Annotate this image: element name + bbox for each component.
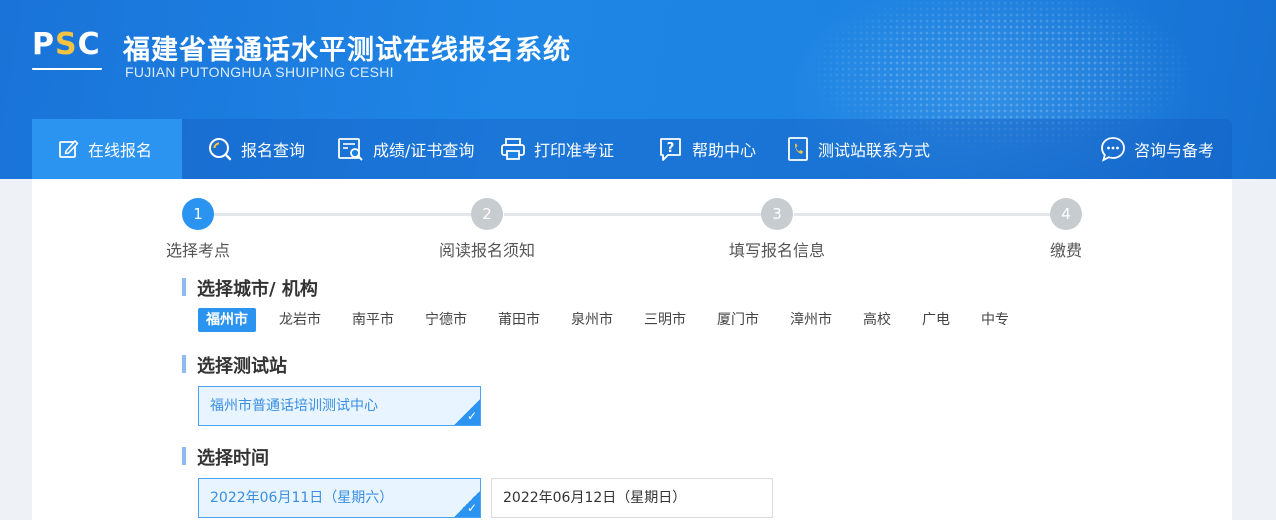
site-logo[interactable]: PSC (32, 28, 104, 80)
step-3-label: 填写报名信息 (728, 241, 826, 260)
nav-item-label: 咨询与备考 (1134, 141, 1215, 160)
step-2-circle: 2 (471, 198, 503, 230)
printer-icon (500, 137, 534, 161)
search-icon (207, 136, 241, 162)
site-title: 福建省普通话水平测试在线报名系统 (123, 35, 571, 66)
nav-item-label: 报名查询 (241, 141, 306, 160)
nav-item-help-center[interactable]: ? 帮助中心 (658, 119, 756, 179)
city-option-fuzhou[interactable]: 福州市 (198, 308, 256, 332)
check-corner-icon: ✓ (454, 491, 480, 517)
logo-text: PSC (32, 27, 101, 62)
phone-book-icon (786, 136, 818, 162)
city-option-ningde[interactable]: 宁德市 (425, 308, 467, 332)
city-option-putian[interactable]: 莆田市 (498, 308, 540, 332)
station-section-title: 选择测试站 (182, 352, 287, 378)
step-connector (504, 213, 780, 216)
nav-item-register-query[interactable]: 报名查询 (207, 119, 305, 179)
help-icon: ? (658, 136, 692, 162)
site-header: PSC 福建省普通话水平测试在线报名系统 FUJIAN PUTONGHUA SH… (0, 0, 1276, 180)
check-corner-icon: ✓ (454, 399, 480, 425)
step-2-label: 阅读报名须知 (438, 241, 536, 260)
logo-book-line (32, 68, 102, 73)
city-option-longyan[interactable]: 龙岩市 (279, 308, 321, 332)
certificate-search-icon (337, 136, 373, 162)
nav-item-label: 打印准考证 (534, 141, 615, 160)
city-option-zhangzhou[interactable]: 漳州市 (790, 308, 832, 332)
main-nav: 在线报名 报名查询 成绩/证书查询 打印准考证 ? 帮助中心 测试站联系方式 咨… (32, 119, 1232, 179)
station-option-label: 福州市普通话培训测试中心 (210, 398, 378, 414)
step-connector (794, 213, 1070, 216)
step-connector (214, 213, 490, 216)
progress-steps: 1 2 3 4 选择考点 阅读报名须知 填写报名信息 缴费 (32, 179, 1232, 269)
time-option[interactable]: 2022年06月12日（星期日） (491, 478, 773, 518)
main-content: 1 2 3 4 选择考点 阅读报名须知 填写报名信息 缴费 选择城市/ 机构 福… (32, 179, 1232, 520)
city-section-title: 选择城市/ 机构 (182, 275, 318, 301)
time-section-title: 选择时间 (182, 444, 269, 470)
page-gutter-left (0, 179, 32, 520)
nav-item-print-admission[interactable]: 打印准考证 (500, 119, 614, 179)
city-option-quanzhou[interactable]: 泉州市 (571, 308, 613, 332)
time-option-selected[interactable]: 2022年06月11日（星期六） ✓ (198, 478, 481, 518)
site-subtitle: FUJIAN PUTONGHUA SHUIPING CESHI (125, 64, 394, 80)
nav-item-score-certificate-query[interactable]: 成绩/证书查询 (337, 119, 474, 179)
nav-item-label: 帮助中心 (692, 141, 757, 160)
city-option-broadcast[interactable]: 广电 (922, 308, 950, 332)
edit-icon (58, 138, 88, 160)
nav-item-station-contact[interactable]: 测试站联系方式 (786, 119, 930, 179)
station-option[interactable]: 福州市普通话培训测试中心 ✓ (198, 386, 481, 426)
time-option-label: 2022年06月12日（星期日） (503, 490, 687, 506)
city-option-university[interactable]: 高校 (863, 308, 891, 332)
city-option-xiamen[interactable]: 厦门市 (717, 308, 759, 332)
city-option-vocational[interactable]: 中专 (981, 308, 1009, 332)
nav-item-label: 在线报名 (88, 141, 153, 160)
nav-item-consult-prepare[interactable]: 咨询与备考 (1100, 119, 1214, 179)
step-3-circle: 3 (761, 198, 793, 230)
step-1-label: 选择考点 (165, 241, 231, 260)
step-4-label: 缴费 (1049, 241, 1083, 260)
nav-item-label: 测试站联系方式 (818, 141, 931, 160)
city-option-nanping[interactable]: 南平市 (352, 308, 394, 332)
nav-item-label: 成绩/证书查询 (373, 141, 475, 160)
city-option-sanming[interactable]: 三明市 (644, 308, 686, 332)
step-1-circle: 1 (182, 198, 214, 230)
nav-item-online-register[interactable]: 在线报名 (32, 119, 182, 179)
page-gutter-right (1232, 179, 1276, 520)
svg-text:?: ? (667, 141, 675, 156)
step-4-circle: 4 (1050, 198, 1082, 230)
chat-icon (1100, 136, 1134, 162)
time-option-label: 2022年06月11日（星期六） (210, 490, 394, 506)
